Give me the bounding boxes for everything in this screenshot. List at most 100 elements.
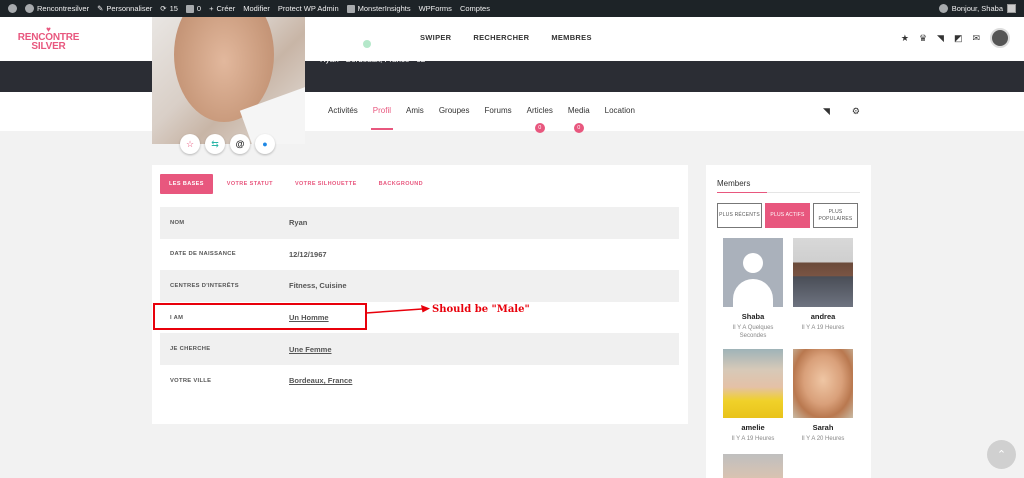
field-value-link[interactable]: Bordeaux, France [289, 376, 352, 385]
admin-avatar [1007, 4, 1016, 13]
swap-icon: ⇆ [211, 138, 219, 149]
tab-location[interactable]: Location [605, 106, 635, 115]
field-value-link[interactable]: Une Femme [289, 345, 332, 354]
field-value: 12/12/1967 [289, 249, 327, 259]
member-avatar-placeholder [723, 238, 783, 307]
groups-icon[interactable]: ♛ [919, 33, 927, 44]
member-last-active: Il Y A 20 Heures [801, 436, 845, 442]
member-card[interactable]: Shaba Il Y A Quelques Secondes [723, 238, 783, 340]
tab-articles[interactable]: Articles 0 [527, 106, 553, 133]
notification-bell-icon[interactable]: ◥ [823, 106, 830, 117]
monsterinsights-icon [346, 4, 355, 13]
field-row: DATE DE NAISSANCE 12/12/1967 [160, 239, 679, 271]
admin-comments-link[interactable]: 0 [185, 4, 201, 13]
online-status-icon [362, 39, 371, 48]
count-badge: 0 [573, 123, 584, 133]
admin-protect-link[interactable]: Protect WP Admin [278, 4, 339, 13]
member-card[interactable] [723, 454, 783, 478]
subtab-background[interactable]: BACKGROUND [379, 181, 423, 187]
user-avatar[interactable] [990, 28, 1010, 48]
nav-membres[interactable]: MEMBRES [551, 33, 591, 42]
admin-customize-link[interactable]: ✎ Personnaliser [97, 4, 152, 13]
main-nav: SWIPER RECHERCHER MEMBRES [420, 33, 614, 42]
member-name: amelie [741, 423, 765, 432]
member-last-active: Il Y A 19 Heures [801, 325, 845, 331]
tab-groupes[interactable]: Groupes [439, 106, 470, 115]
member-card[interactable]: Sarah Il Y A 20 Heures [793, 349, 853, 443]
brush-icon: ✎ [97, 4, 104, 13]
member-filters: PLUS RÉCENTS PLUS ACTIFS PLUS POPULAIRES [717, 203, 858, 228]
field-value: Ryan [289, 218, 308, 228]
member-card[interactable]: amelie Il Y A 19 Heures [723, 349, 783, 443]
member-name: Sarah [812, 423, 834, 432]
members-widget: Members PLUS RÉCENTS PLUS ACTIFS PLUS PO… [706, 165, 871, 478]
mention-button[interactable]: @ [230, 134, 250, 154]
member-last-active: Il Y A Quelques Secondes [732, 325, 774, 339]
scroll-to-top-button[interactable]: ⌃ [987, 440, 1016, 469]
member-name: Shaba [741, 312, 765, 321]
tab-actions: ◥ ⚙ [823, 106, 860, 117]
plus-icon: + [209, 4, 214, 13]
admin-account-menu[interactable]: Bonjour, Shaba [938, 0, 1016, 17]
refresh-icon: ⟳ [160, 4, 167, 13]
member-avatar [793, 349, 853, 418]
star-outline-icon: ☆ [185, 138, 195, 149]
admin-site-link[interactable]: Rencontresilver [25, 4, 89, 13]
tab-activites[interactable]: Activités [328, 106, 358, 115]
user-icon [938, 4, 948, 13]
profile-fields: NOM Ryan DATE DE NAISSANCE 12/12/1967 CENT… [160, 207, 679, 397]
chat-icon: ● [262, 139, 268, 149]
title-underline [717, 191, 767, 193]
friends-icon[interactable]: ◩ [954, 33, 963, 44]
filter-recent-button[interactable]: PLUS RÉCENTS [717, 203, 762, 228]
member-card[interactable]: andrea Il Y A 19 Heures [793, 238, 853, 332]
field-row: CENTRES D'INTERÊTS Fitness, Cuisine [160, 270, 679, 302]
nav-swiper[interactable]: SWIPER [420, 33, 451, 42]
profile-card: LES BASES VOTRE STATUT VOTRE SILHOUETTE … [152, 165, 688, 424]
admin-edit-link[interactable]: Modifier [243, 4, 270, 13]
gear-icon[interactable]: ⚙ [852, 106, 860, 117]
count-badge: 0 [534, 123, 545, 133]
home-icon [25, 4, 34, 13]
annotation-highlight-box [153, 303, 367, 330]
field-label: VOTRE VILLE [170, 377, 212, 384]
at-icon: @ [235, 139, 245, 149]
member-name: andrea [810, 312, 836, 321]
member-last-active: Il Y A 19 Heures [731, 436, 775, 442]
tab-media[interactable]: Media 0 [568, 106, 590, 133]
admin-wpforms-link[interactable]: WPForms [419, 4, 452, 13]
nav-rechercher[interactable]: RECHERCHER [473, 33, 529, 42]
wordpress-logo-icon[interactable] [8, 4, 17, 13]
chevron-up-icon: ⌃ [996, 449, 1007, 461]
profile-photo [152, 17, 305, 144]
favorite-button[interactable]: ☆ [180, 134, 200, 154]
subtab-votre-statut[interactable]: VOTRE STATUT [227, 181, 273, 187]
profile-actions: ☆ ⇆ @ ● [180, 134, 275, 154]
subtab-les-bases[interactable]: LES BASES [160, 174, 213, 194]
admin-monsterinsights-link[interactable]: MonsterInsights [346, 4, 411, 13]
field-label: CENTRES D'INTERÊTS [170, 282, 239, 289]
filter-popular-button[interactable]: PLUS POPULAIRES [813, 203, 858, 228]
header-icons: ★ ♛ ◥ ◩ ✉ [901, 28, 1010, 48]
site-logo[interactable]: ♥ RENCONTRE SILVER [14, 22, 83, 56]
swap-button[interactable]: ⇆ [205, 134, 225, 154]
admin-updates-link[interactable]: ⟳ 15 [160, 4, 178, 13]
star-icon[interactable]: ★ [901, 33, 909, 44]
tab-forums[interactable]: Forums [485, 106, 512, 115]
subtab-votre-silhouette[interactable]: VOTRE SILHOUETTE [295, 181, 357, 187]
admin-accounts-link[interactable]: Comptes [460, 4, 490, 13]
tab-profil[interactable]: Profil [370, 106, 394, 130]
tab-amis[interactable]: Amis [406, 106, 424, 115]
notification-icon[interactable]: ◥ [937, 33, 944, 44]
admin-create-link[interactable]: + Créer [209, 4, 235, 13]
field-label: NOM [170, 219, 185, 226]
message-button[interactable]: ● [255, 134, 275, 154]
mail-icon[interactable]: ✉ [972, 33, 980, 44]
member-avatar [793, 238, 853, 307]
profile-subtabs: LES BASES VOTRE STATUT VOTRE SILHOUETTE … [160, 174, 445, 194]
field-value: Fitness, Cuisine [289, 281, 347, 291]
field-label: JE CHERCHE [170, 346, 211, 353]
profile-subtitle: Ryan · Bordeaux, France · 52 [320, 55, 426, 64]
widget-title: Members [717, 179, 751, 188]
filter-active-button[interactable]: PLUS ACTIFS [765, 203, 810, 228]
